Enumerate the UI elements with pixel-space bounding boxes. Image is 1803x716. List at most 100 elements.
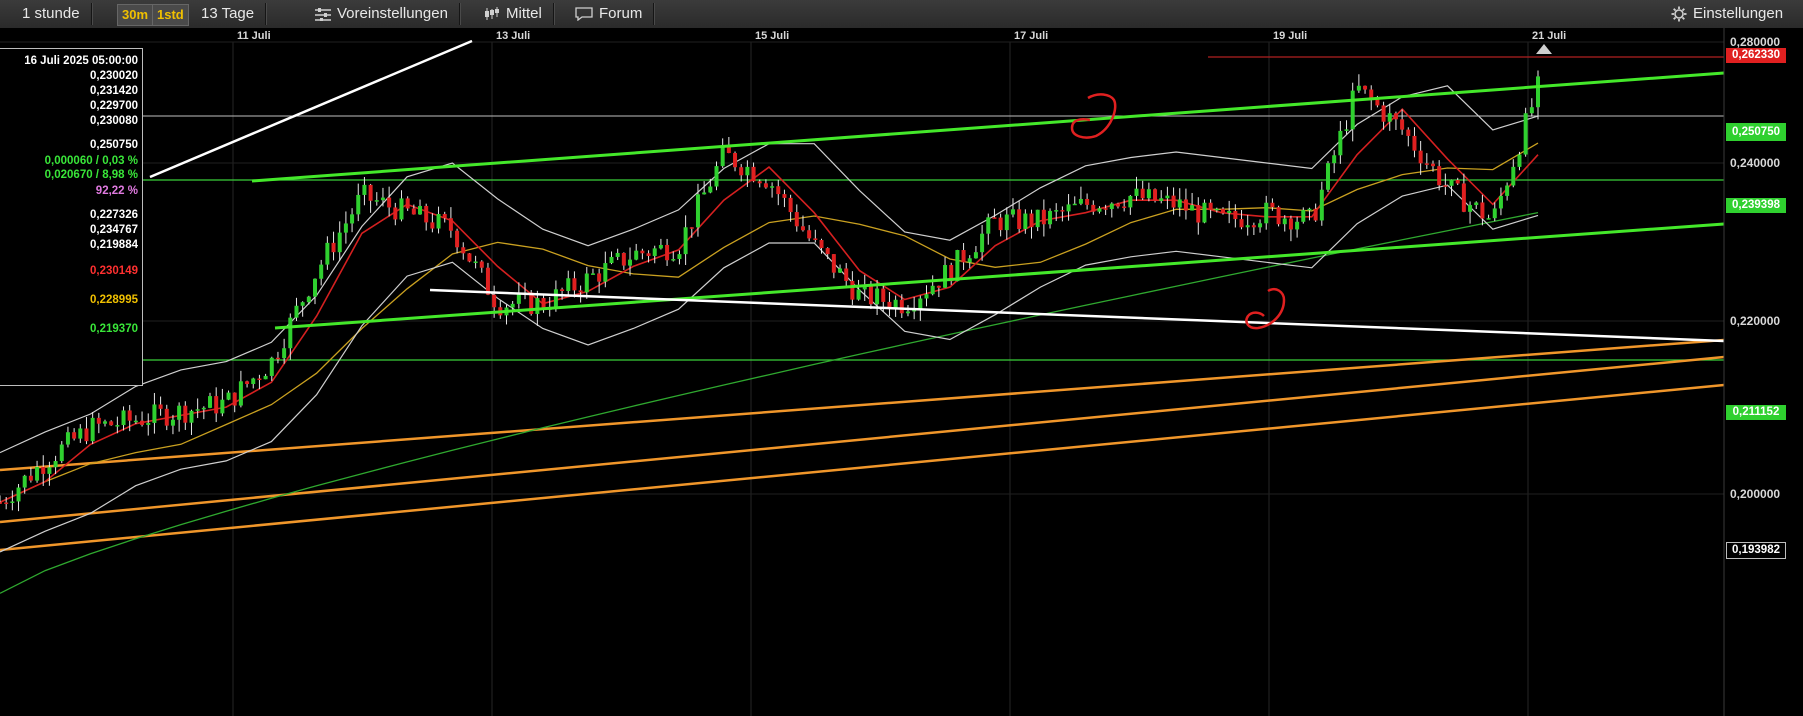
candle-body xyxy=(362,184,367,195)
candle-body xyxy=(1233,210,1238,220)
chart-toolbar: 1 stunde 30m 1std 13 Tage Voreinstellung… xyxy=(0,0,1803,29)
candle-body xyxy=(41,466,46,474)
candle-body xyxy=(1307,208,1312,211)
candle-body xyxy=(424,205,429,223)
candle-body xyxy=(1270,202,1275,208)
candle-body xyxy=(875,288,880,305)
candle-body xyxy=(1332,155,1337,164)
candle-body xyxy=(418,205,423,215)
settings-button[interactable]: Einstellungen xyxy=(1671,0,1783,28)
candle-body xyxy=(819,239,824,249)
candle-body xyxy=(1492,208,1497,219)
interval-dropdown[interactable]: 1 stunde xyxy=(22,0,92,28)
candle-body xyxy=(1048,210,1053,225)
candle-body xyxy=(578,290,583,293)
candle-body xyxy=(22,475,27,488)
candle-body xyxy=(646,253,651,256)
candle-body xyxy=(936,285,941,288)
candle-body xyxy=(208,396,213,408)
candle-body xyxy=(65,432,70,445)
candle-body xyxy=(776,186,781,195)
candle-body xyxy=(399,198,404,220)
candle-body xyxy=(127,410,132,421)
candle-body xyxy=(1004,214,1009,231)
candle-body xyxy=(257,378,262,381)
resolution-1std-button[interactable]: 1std xyxy=(152,4,189,26)
info-row: 0,231420 xyxy=(90,85,138,97)
candle-body xyxy=(269,357,274,376)
candle-body xyxy=(226,392,231,400)
candle-body xyxy=(337,232,342,253)
x-tick-label: 15 Juli xyxy=(755,30,789,42)
candle-body xyxy=(300,302,305,306)
presets-button[interactable]: Voreinstellungen xyxy=(315,0,460,28)
candle-body xyxy=(313,278,318,297)
forum-button[interactable]: Forum xyxy=(575,0,655,28)
candle-body xyxy=(683,227,688,255)
candle-body xyxy=(615,252,620,257)
info-row: 0,219370 xyxy=(90,323,138,335)
candle-body xyxy=(844,268,849,281)
ohlc-info-box: 16 Juli 2025 05:00:00 0,230020 0,231420 0,… xyxy=(0,48,143,386)
candle-body xyxy=(103,421,108,424)
candle-body xyxy=(1400,119,1405,130)
candle-body xyxy=(881,288,886,302)
candle-body xyxy=(35,466,40,481)
candle-body xyxy=(473,261,478,263)
range-dropdown[interactable]: 13 Tage xyxy=(201,0,267,28)
candle-body xyxy=(387,197,392,208)
price-chart[interactable]: 11 Juli 13 Juli 15 Juli 17 Juli 19 Juli 21 Ju… xyxy=(0,28,1803,716)
indicator-label: Mittel xyxy=(506,5,542,22)
resolution-30m-button[interactable]: 30m xyxy=(117,4,154,26)
candle-body xyxy=(1220,208,1225,214)
candle-body xyxy=(1177,199,1182,208)
candle-body xyxy=(485,267,490,295)
candle-body xyxy=(1511,166,1516,186)
candle-body xyxy=(850,280,855,300)
candle-body xyxy=(714,166,719,187)
candle-body xyxy=(1060,210,1065,212)
candle-body xyxy=(245,381,250,385)
candle-body xyxy=(757,181,762,184)
candle-body xyxy=(164,408,169,426)
candle-body xyxy=(1159,198,1164,201)
candle-body xyxy=(689,227,694,229)
info-row: 0,020670 / 8,98 % xyxy=(44,169,138,181)
candle-body xyxy=(1412,135,1417,151)
candle-body xyxy=(140,420,145,425)
candle-body xyxy=(59,444,64,462)
candle-body xyxy=(84,428,89,442)
candle-body xyxy=(1319,189,1324,221)
candle-body xyxy=(640,250,645,254)
candle-body xyxy=(1109,203,1114,209)
candle-body xyxy=(924,294,929,299)
range-label: 13 Tage xyxy=(201,5,255,22)
candle-body xyxy=(436,214,441,229)
candle-body xyxy=(628,259,633,266)
indicator-button[interactable]: Mittel xyxy=(484,0,554,28)
candle-body xyxy=(1227,210,1232,214)
candle-body xyxy=(1529,107,1534,114)
candle-body xyxy=(1165,195,1170,199)
candle-body xyxy=(1338,130,1343,156)
candle-body xyxy=(1350,90,1355,130)
candle-body xyxy=(1035,209,1040,228)
interval-label: 1 stunde xyxy=(22,5,80,22)
candle-body xyxy=(1523,113,1528,155)
candle-body xyxy=(1066,204,1071,212)
candle-body xyxy=(1295,221,1300,230)
candle-body xyxy=(825,248,830,255)
candle-body xyxy=(47,467,52,474)
candle-body xyxy=(992,217,997,219)
candle-body xyxy=(516,294,521,304)
speech-bubble-icon xyxy=(575,7,593,22)
candle-body xyxy=(658,244,663,249)
candle-body xyxy=(1239,219,1244,228)
candle-body xyxy=(183,405,188,423)
price-label-green-upper: 0,239398 xyxy=(1726,198,1786,213)
candle-body xyxy=(807,230,812,239)
candle-body xyxy=(1461,183,1466,212)
candle-body xyxy=(1029,213,1034,228)
price-label-bottom: 0,193982 xyxy=(1726,542,1786,559)
candle-body xyxy=(411,208,416,215)
